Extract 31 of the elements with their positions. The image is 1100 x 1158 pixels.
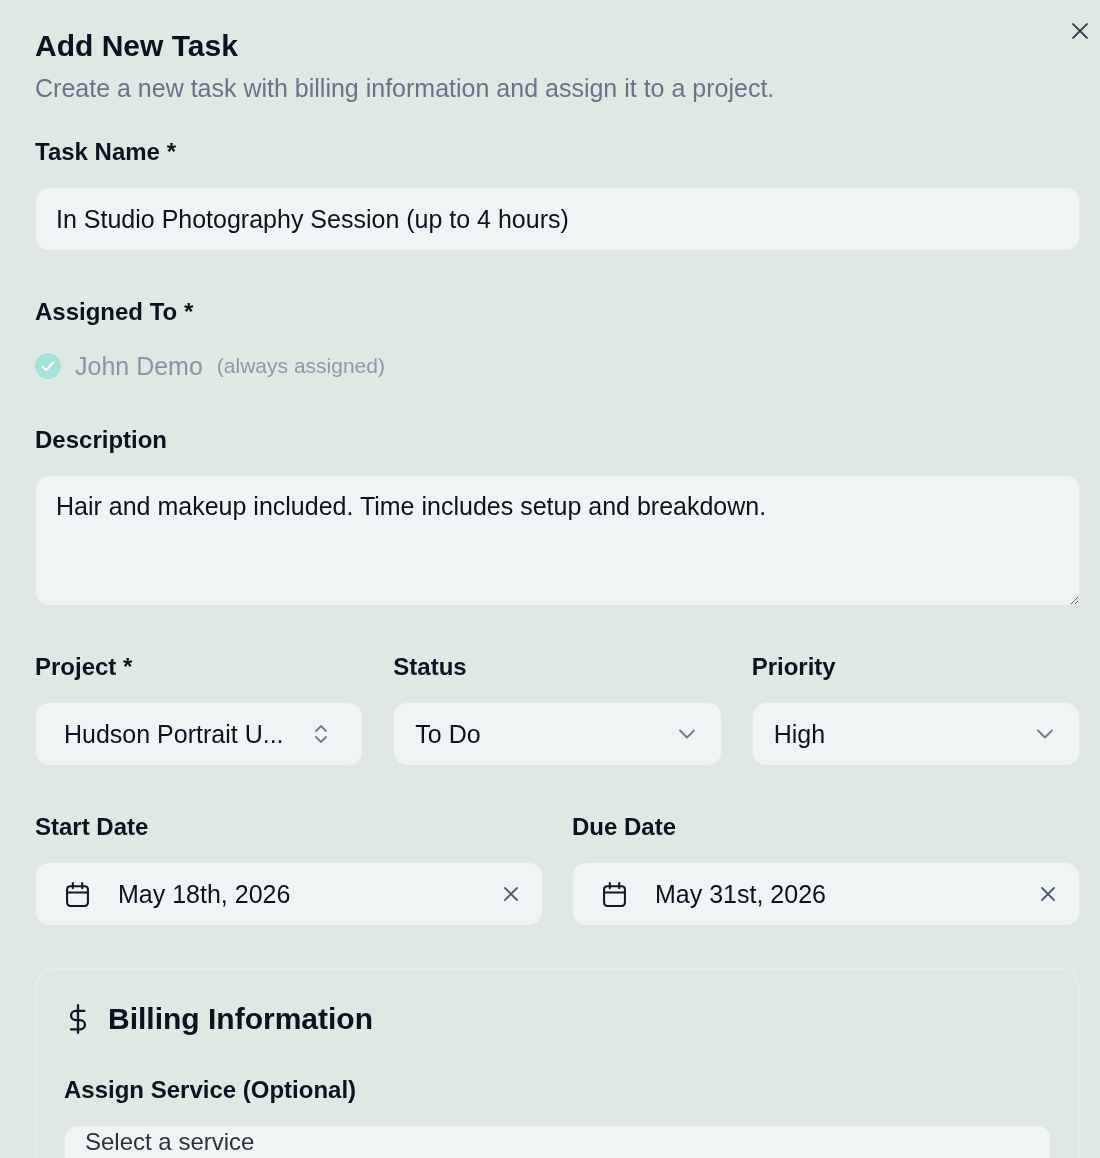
date-picker[interactable]: May 31st, 2026	[572, 862, 1080, 926]
field-label: Assign Service (Optional)	[64, 1077, 358, 1103]
field-label: Priority	[751, 654, 837, 680]
dialog-title: Add New Task	[35, 29, 239, 63]
dialog-description: Create a new task with billing information and assign it to a project.	[35, 74, 775, 102]
field-label: Description	[35, 427, 169, 453]
date-picker[interactable]: May 18th, 2026	[35, 862, 543, 926]
assignee-name: John Demo	[75, 352, 203, 380]
field-label: Due Date	[572, 814, 678, 840]
combobox[interactable]: Hudson Portrait U...	[35, 702, 364, 766]
text-area[interactable]: Hair and makeup included. Time includes setup and breakdown.	[35, 475, 1080, 606]
up-down-chevron-icon	[315, 724, 328, 744]
dropdown[interactable]: To Do	[393, 702, 722, 766]
section-title: Billing Information	[108, 1002, 373, 1036]
field-label: Project *	[35, 654, 134, 680]
dollar-icon	[68, 1004, 88, 1034]
dropdown[interactable]: High	[751, 702, 1080, 766]
field-label: Task Name *	[35, 139, 177, 165]
field-label: Start Date	[35, 814, 150, 840]
service-field[interactable]: Select a service	[64, 1125, 1051, 1158]
clear-icon[interactable]	[1041, 887, 1055, 901]
field-label: Assigned To *	[35, 299, 195, 325]
chevron-down-icon	[678, 729, 695, 739]
chevron-down-icon	[1037, 729, 1053, 739]
assignee-note: (always assigned)	[216, 353, 385, 379]
text-input[interactable]: In Studio Photography Session (up to 4 hours)	[35, 187, 1080, 251]
close-icon[interactable]	[1071, 22, 1089, 40]
field-label: Status	[393, 654, 468, 680]
calendar-icon	[66, 881, 89, 907]
clear-icon[interactable]	[504, 887, 518, 901]
calendar-icon	[603, 881, 626, 907]
